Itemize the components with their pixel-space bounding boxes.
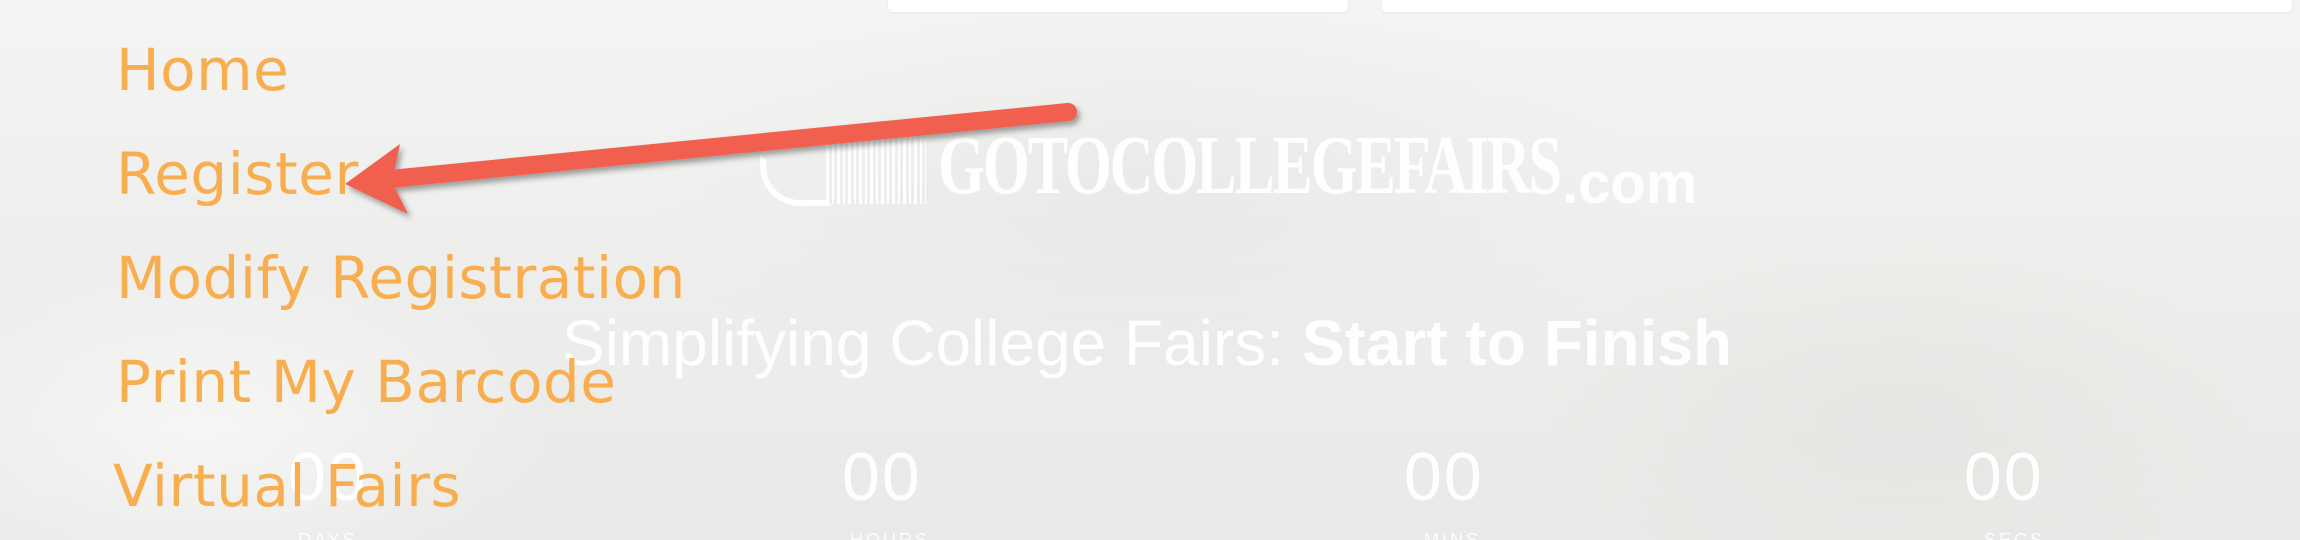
red-arrow-icon <box>345 103 1077 214</box>
